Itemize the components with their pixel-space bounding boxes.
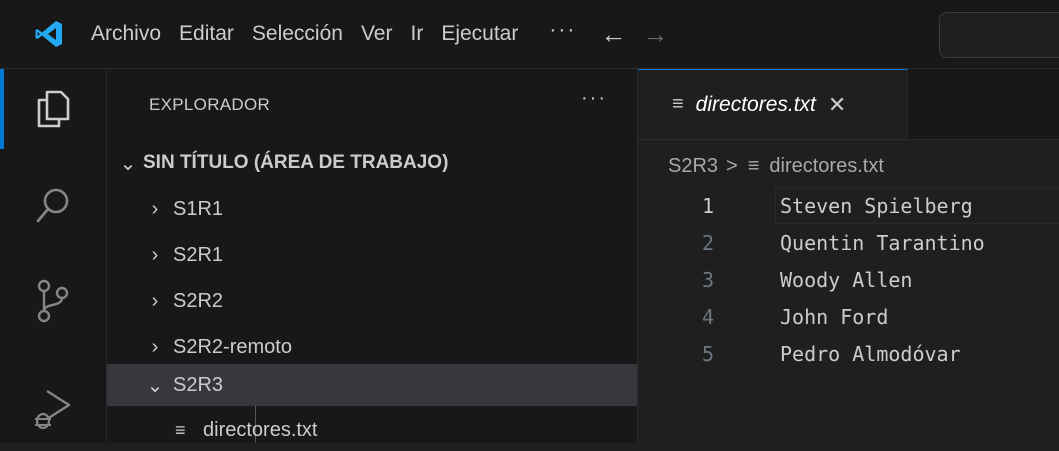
tab-label: directores.txt: [695, 92, 816, 116]
folder-label: S2R2-remoto: [173, 335, 292, 358]
menu-ir[interactable]: Ir: [401, 16, 432, 52]
menu-bar: Archivo Editar Selección Ver Ir Ejecutar…: [82, 16, 676, 52]
line-number: 2: [701, 231, 715, 255]
folder-label: S2R1: [173, 243, 224, 266]
line-text[interactable]: Quentin Tarantino: [780, 231, 985, 255]
back-arrow-icon[interactable]: ←: [592, 19, 634, 50]
line-text[interactable]: Woody Allen: [780, 268, 912, 292]
menu-seleccion[interactable]: Selección: [243, 16, 352, 52]
source-control-icon[interactable]: [0, 261, 106, 341]
breadcrumb-folder[interactable]: S2R3: [668, 155, 718, 178]
tree-folder-s1r1[interactable]: › S1R1: [107, 188, 637, 230]
breadcrumb: S2R3 > ≡ directores.txt: [668, 151, 884, 181]
chevron-right-icon: ›: [151, 289, 159, 312]
tree-folder-s2r2-remoto[interactable]: › S2R2-remoto: [107, 326, 637, 368]
line-text[interactable]: John Ford: [780, 305, 888, 329]
chevron-right-icon: ›: [151, 197, 159, 220]
line-text[interactable]: Steven Spielberg: [780, 194, 973, 218]
folder-label: S2R3: [173, 373, 224, 396]
text-file-icon: ≡: [672, 93, 684, 115]
menu-editar[interactable]: Editar: [170, 16, 243, 52]
chevron-down-icon: ⌄: [119, 152, 137, 175]
run-debug-icon[interactable]: [0, 369, 106, 449]
folder-label: S1R1: [173, 197, 224, 220]
editor-area: ≡ directores.txt ✕ S2R3 > ≡ directores.t…: [638, 69, 1059, 443]
explorer-title: EXPLORADOR: [149, 95, 271, 114]
tree-folder-s2r3[interactable]: ⌄ S2R3: [107, 364, 637, 406]
line-number: 4: [701, 305, 715, 329]
activity-bar: [0, 69, 107, 443]
line-text[interactable]: Pedro Almodóvar: [780, 342, 961, 366]
code-line[interactable]: 1 Steven Spielberg: [638, 187, 1059, 224]
breadcrumb-file[interactable]: directores.txt: [769, 155, 883, 178]
forward-arrow-icon[interactable]: →: [634, 19, 676, 50]
tree-file-directores[interactable]: ≡ directores.txt: [107, 409, 637, 451]
explorer-icon[interactable]: [0, 69, 106, 149]
tab-bar: ≡ directores.txt ✕: [638, 69, 1059, 140]
more-menu-icon[interactable]: ···: [527, 18, 592, 50]
code-line[interactable]: 4 John Ford: [638, 298, 1059, 335]
text-file-icon: ≡: [747, 154, 760, 177]
workspace-label: SIN TÍTULO (ÁREA DE TRABAJO): [143, 152, 449, 173]
explorer-sidebar: EXPLORADOR ··· ⌄ SIN TÍTULO (ÁREA DE TRA…: [107, 69, 638, 443]
chevron-right-icon: ›: [151, 243, 159, 266]
tree-folder-s2r1[interactable]: › S2R1: [107, 234, 637, 276]
close-icon[interactable]: ✕: [828, 92, 846, 118]
code-line[interactable]: 3 Woody Allen: [638, 261, 1059, 298]
text-file-icon: ≡: [175, 419, 186, 440]
chevron-right-icon: ›: [151, 335, 159, 358]
tree-folder-s2r2[interactable]: › S2R2: [107, 280, 637, 322]
line-number: 3: [701, 268, 715, 292]
menu-archivo[interactable]: Archivo: [82, 16, 170, 52]
code-line[interactable]: 5 Pedro Almodóvar: [638, 335, 1059, 372]
line-number: 1: [701, 194, 715, 218]
line-number: 5: [701, 342, 715, 366]
menu-ejecutar[interactable]: Ejecutar: [432, 16, 527, 52]
menu-ver[interactable]: Ver: [352, 16, 402, 52]
code-line[interactable]: 2 Quentin Tarantino: [638, 224, 1059, 261]
command-center-search[interactable]: [939, 12, 1059, 58]
chevron-down-icon: ⌄: [146, 374, 164, 397]
breadcrumb-separator: >: [726, 154, 738, 177]
workspace-root[interactable]: ⌄ SIN TÍTULO (ÁREA DE TRABAJO): [107, 142, 637, 184]
tab-directores[interactable]: ≡ directores.txt ✕: [638, 69, 908, 139]
more-actions-icon[interactable]: ···: [581, 87, 607, 110]
title-bar: Archivo Editar Selección Ver Ir Ejecutar…: [0, 0, 1059, 69]
vscode-logo-icon[interactable]: [34, 19, 64, 49]
folder-label: S2R2: [173, 289, 224, 312]
file-label: directores.txt: [203, 418, 318, 441]
search-icon[interactable]: [0, 167, 106, 247]
